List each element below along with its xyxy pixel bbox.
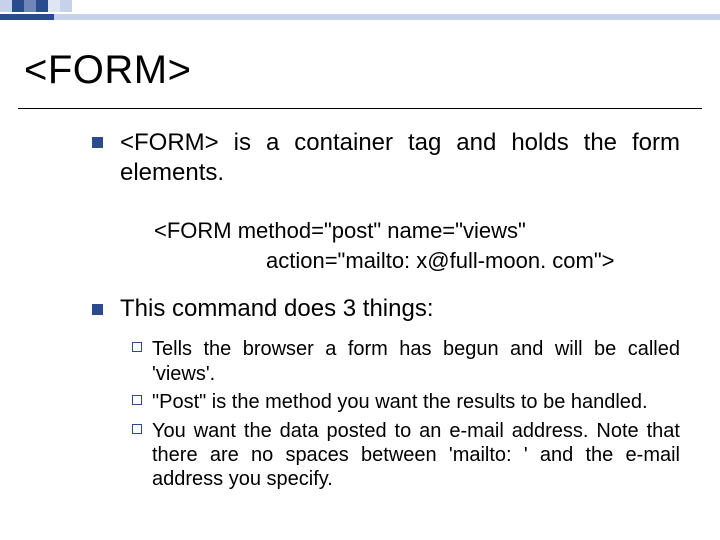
sub-bullet-list: Tells the browser a form has begun and w… [92,337,680,491]
hollow-square-bullet-icon [132,424,142,434]
bullet-text: <FORM> is a container tag and holds the … [120,129,680,186]
bullet-text: You want the data posted to an e-mail ad… [152,420,680,491]
deco-square [48,0,60,12]
bullet-text: "Post" is the method you want the result… [152,391,648,413]
deco-square [12,0,24,12]
slide-title: <FORM> [24,48,191,93]
code-line: <FORM method="post" name="views" [154,216,680,246]
hollow-square-bullet-icon [132,395,142,405]
slide: <FORM> <FORM> is a container tag and hol… [0,0,720,540]
bullet-level2: "Post" is the method you want the result… [132,390,680,414]
hollow-square-bullet-icon [132,342,142,352]
bullet-level1: <FORM> is a container tag and holds the … [92,128,680,188]
slide-body: <FORM> is a container tag and holds the … [92,128,680,496]
square-bullet-icon [92,304,103,315]
bullet-text: Tells the browser a form has begun and w… [152,338,680,384]
deco-bar-light [54,14,720,20]
code-line: action="mailto: x@full-moon. com"> [154,246,680,276]
bullet-level1: This command does 3 things: [92,295,680,323]
bullet-level2: You want the data posted to an e-mail ad… [132,419,680,492]
deco-square [36,0,48,12]
deco-square [60,0,72,12]
square-bullet-icon [92,137,103,148]
bullet-text: This command does 3 things: [120,295,434,322]
title-underline [18,108,702,109]
bullet-level2: Tells the browser a form has begun and w… [132,337,680,386]
header-decoration [0,0,720,22]
deco-square [0,0,12,12]
deco-square [24,0,36,12]
code-example: <FORM method="post" name="views" action=… [92,216,680,275]
deco-bar-dark [0,14,54,20]
